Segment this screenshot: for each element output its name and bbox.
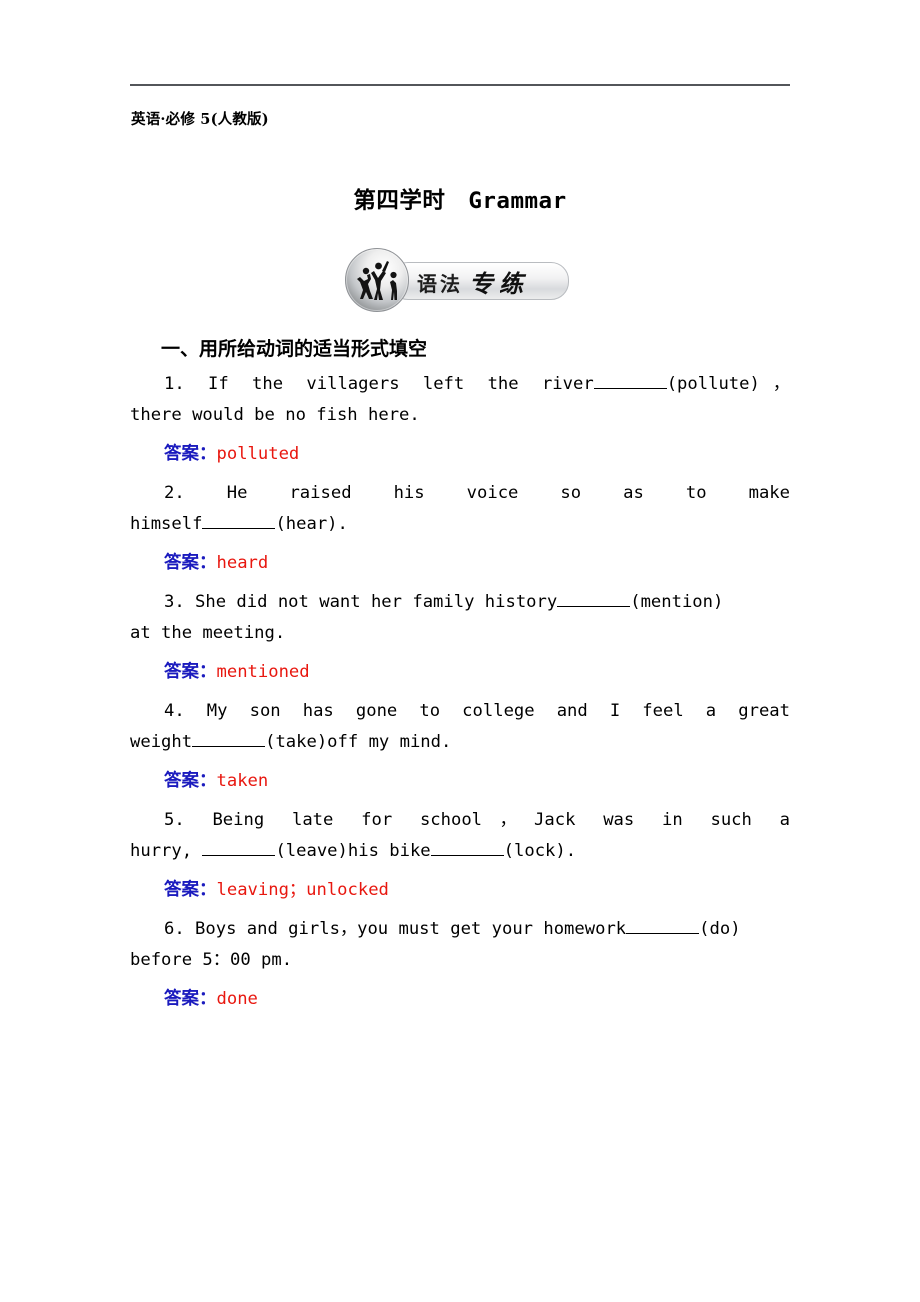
question-item: 5. Being late for school，Jack was in suc… bbox=[130, 805, 790, 905]
question-text: 4. My son has gone to college and I feel… bbox=[130, 696, 790, 757]
book-header-label: 英语·必修 5(人教版) bbox=[131, 111, 269, 128]
question-line-1-post: (pollute)， bbox=[666, 374, 790, 394]
section-heading: 一、用所给动词的适当形式填空 bbox=[161, 338, 428, 360]
answer-line: 答案：leaving；unlocked bbox=[130, 875, 790, 905]
question-line-1: 2. He raised his voice so as to make bbox=[164, 483, 790, 503]
answer-blank bbox=[202, 854, 276, 856]
question-line-2-post: (take)off my mind. bbox=[265, 731, 452, 752]
question-item: 4. My son has gone to college and I feel… bbox=[130, 696, 790, 796]
question-line-2: weight (take)off my mind. bbox=[130, 727, 790, 758]
answer-line: 答案：done bbox=[130, 984, 790, 1014]
question-line-2: himself (hear). bbox=[130, 509, 790, 540]
answer-blank bbox=[202, 527, 276, 529]
question-line-1: 3. She did not want her family history (m… bbox=[130, 587, 790, 618]
answer-blank bbox=[626, 933, 700, 934]
answer-blank bbox=[557, 606, 631, 607]
question-item: 3. She did not want her family history (m… bbox=[130, 587, 790, 687]
question-line-2-pre: hurry, bbox=[130, 840, 203, 861]
question-line-1-post: (do) bbox=[699, 919, 741, 939]
question-item: 1. If the villagers left the river (pollu… bbox=[130, 369, 790, 469]
question-line-1: 6. Boys and girls，you must get your home… bbox=[130, 914, 790, 945]
answer-label: 答案： bbox=[164, 771, 217, 791]
answer-label: 答案： bbox=[164, 444, 217, 464]
banner-text-right: 专练 bbox=[469, 269, 529, 298]
question-line-1: 1. If the villagers left the river (pollu… bbox=[130, 369, 790, 400]
answer-value: polluted bbox=[216, 444, 300, 464]
answer-blank bbox=[593, 388, 667, 389]
answer-line: 答案：mentioned bbox=[130, 657, 790, 687]
answer-line: 答案：polluted bbox=[130, 439, 790, 469]
question-text: 2. He raised his voice so as to make him… bbox=[130, 478, 790, 539]
section-banner: 语法 专练 bbox=[345, 248, 569, 312]
document-page: 英语·必修 5(人教版) 第四学时 Grammar 语法 专练 一、用所给动词的… bbox=[0, 0, 920, 1302]
question-line-1: 5. Being late for school，Jack was in suc… bbox=[164, 810, 790, 830]
answer-label: 答案： bbox=[164, 880, 217, 900]
question-line-2-post: (hear). bbox=[275, 513, 348, 534]
answer-value: leaving；unlocked bbox=[216, 880, 389, 900]
answer-label: 答案： bbox=[164, 553, 217, 573]
question-line-2-pre: weight bbox=[130, 731, 193, 752]
answer-line: 答案：heard bbox=[130, 548, 790, 578]
answer-line: 答案：taken bbox=[130, 766, 790, 796]
question-line-2-post: (lock). bbox=[503, 840, 577, 861]
question-line-1-pre: 1. If the villagers left the river bbox=[164, 374, 594, 394]
question-item: 2. He raised his voice so as to make him… bbox=[130, 478, 790, 578]
banner-text: 语法 专练 bbox=[417, 264, 567, 298]
question-text: 3. She did not want her family history (m… bbox=[130, 587, 790, 648]
answer-label: 答案： bbox=[164, 662, 217, 682]
question-line-2: at the meeting. bbox=[130, 622, 286, 643]
dancers-circle-logo-icon bbox=[345, 248, 409, 312]
answer-value: heard bbox=[216, 553, 269, 573]
answer-value: mentioned bbox=[216, 662, 310, 682]
question-line-2-pre: himself bbox=[130, 513, 203, 534]
banner-text-left: 语法 bbox=[417, 272, 463, 296]
question-line-1-pre: 3. She did not want her family history bbox=[164, 592, 558, 612]
question-line-1-pre: 6. Boys and girls，you must get your home… bbox=[164, 919, 627, 939]
question-line-2-mid: (leave)his bike bbox=[275, 840, 431, 861]
answer-value: done bbox=[216, 989, 258, 1009]
exercise-content: 一、用所给动词的适当形式填空 1. If the villagers left … bbox=[130, 334, 790, 1023]
question-line-2: hurry, (leave)his bike (lock). bbox=[130, 836, 790, 867]
question-text: 5. Being late for school，Jack was in suc… bbox=[130, 805, 790, 866]
answer-label: 答案： bbox=[164, 989, 217, 1009]
answer-blank bbox=[430, 854, 504, 856]
question-line-1-post: (mention) bbox=[630, 592, 724, 612]
answer-blank bbox=[192, 745, 266, 747]
question-line-2: before 5：00 pm. bbox=[130, 949, 293, 970]
question-line-1: 4. My son has gone to college and I feel… bbox=[164, 701, 790, 721]
header-rule bbox=[130, 84, 790, 86]
question-item: 6. Boys and girls，you must get your home… bbox=[130, 914, 790, 1014]
page-title: 第四学时 Grammar bbox=[353, 188, 567, 214]
question-text: 1. If the villagers left the river (pollu… bbox=[130, 369, 790, 430]
answer-value: taken bbox=[216, 771, 269, 791]
question-text: 6. Boys and girls，you must get your home… bbox=[130, 914, 790, 975]
question-line-2: there would be no fish here. bbox=[130, 404, 420, 425]
